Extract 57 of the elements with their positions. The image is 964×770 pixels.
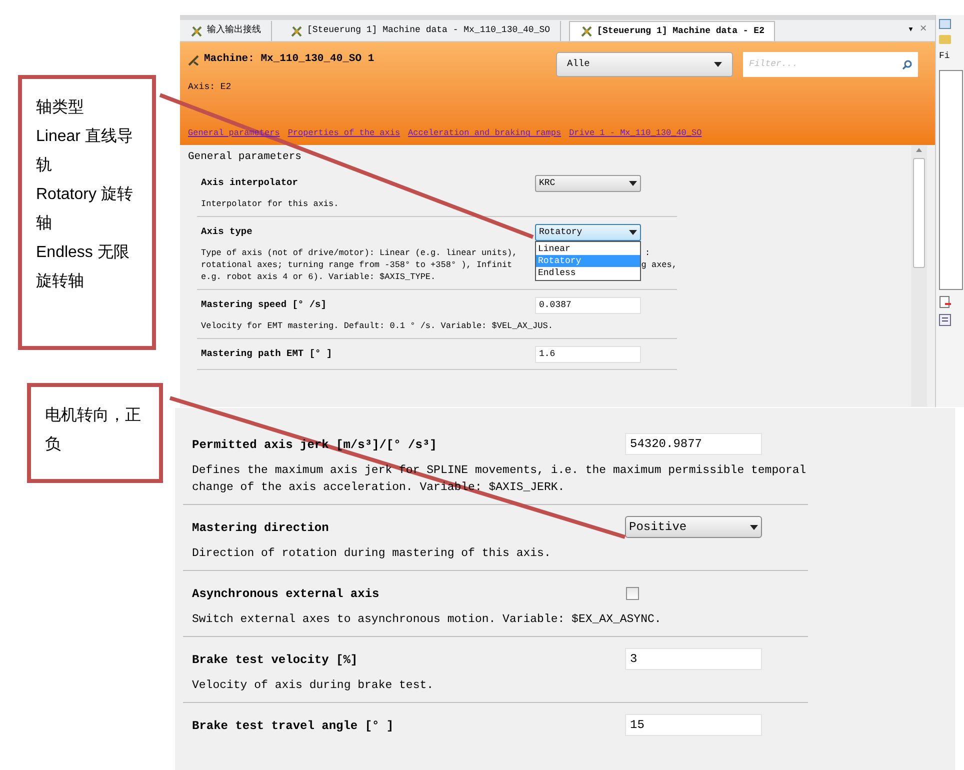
scrollbar[interactable]: [911, 145, 927, 407]
annotation-text: 电机转向，正负: [45, 406, 142, 455]
section-title: General parameters: [188, 150, 302, 165]
scroll-up-icon: [916, 148, 922, 152]
annotation-text: Endless 无限旋转轴: [36, 243, 130, 292]
parameter-label: Mastering speed [° /s]: [201, 298, 328, 312]
parameter-description: Switch external axes to asynchronous motion. Variable: $EX_AX_ASYNC.: [192, 612, 662, 628]
tool-icon: [190, 24, 203, 38]
input-field[interactable]: 54320.9877: [625, 433, 762, 455]
parameter-description: g axes,: [641, 258, 677, 271]
axis-label: Axis: E2: [188, 81, 232, 94]
machine-title: Machine: Mx_110_130_40_SO 1: [204, 52, 374, 67]
document-icon[interactable]: [939, 296, 951, 308]
caret-icon: [629, 180, 637, 186]
folder-icon: [939, 35, 951, 44]
tab[interactable]: [Steuerung 1] Machine data - Mx_110_130_40_SO: [280, 21, 562, 41]
parameter-label: Asynchronous external axis: [192, 587, 380, 601]
parameter-description: Type of axis (not of drive/motor): Linear (e.g. linear units),: [201, 248, 518, 258]
parameter-label: Brake test velocity [%]: [192, 653, 358, 667]
parameter-label: Brake test travel angle [° ]: [192, 719, 394, 733]
annotation-text: Rotatory 旋转轴: [36, 184, 134, 234]
dropdown-option[interactable]: Linear: [536, 242, 640, 255]
parameter-label: Mastering direction: [192, 521, 329, 535]
dropdown[interactable]: Positive: [625, 516, 762, 538]
parameter-description: :: [645, 246, 650, 259]
tab[interactable]: [Steuerung 1] Machine data - E2: [569, 21, 776, 41]
input-field[interactable]: 15: [625, 714, 762, 736]
close-button[interactable]: ×: [920, 20, 927, 38]
tool-icon: [290, 24, 303, 38]
annotation-text: 轴类型: [36, 98, 85, 118]
annotation-text: Linear 直线导轨: [36, 126, 134, 176]
list-icon[interactable]: [939, 314, 951, 326]
parameter-label: Mastering path EMT [° ]: [201, 347, 334, 362]
parameter-description: Interpolator for this axis.: [201, 198, 339, 209]
parameter-label: Axis interpolator: [201, 176, 299, 190]
tab-menu-button[interactable]: ▾: [908, 23, 914, 38]
caret-icon: [714, 62, 722, 67]
parameter-description: Velocity for EMT mastering. Default: 0.1 ° /s. Variable: $VEL_AX_JUS.: [201, 320, 553, 331]
panel-label: Fi: [939, 50, 950, 63]
parameter-description: rotational axes; turning range from -358° to +358° ), Infinit: [201, 260, 512, 270]
tab[interactable]: 输入输出接线: [180, 21, 272, 41]
parameter-label: Axis type: [201, 225, 254, 240]
dropdown-option[interactable]: Endless: [536, 266, 640, 279]
parameter-description: e.g. robot axis 4 or 6). Variable: $AXIS_TYPE.: [201, 272, 436, 282]
parameter-description: Velocity of axis during brake test.: [192, 678, 434, 694]
tool-icon: [580, 25, 594, 38]
caret-icon: [750, 524, 758, 530]
input-field[interactable]: 1.6: [535, 346, 641, 363]
input-field[interactable]: 3: [625, 648, 762, 670]
filter-dropdown[interactable]: Alle: [556, 52, 733, 77]
dropdown[interactable]: Rotatory: [535, 224, 641, 241]
input-field[interactable]: 0.0387: [535, 296, 641, 314]
search-icon: [902, 60, 912, 70]
checkbox[interactable]: [626, 586, 639, 600]
caret-icon: [629, 230, 637, 235]
dropdown[interactable]: KRC: [535, 174, 641, 192]
parameter-description: Direction of rotation during mastering of this axis.: [192, 546, 551, 562]
